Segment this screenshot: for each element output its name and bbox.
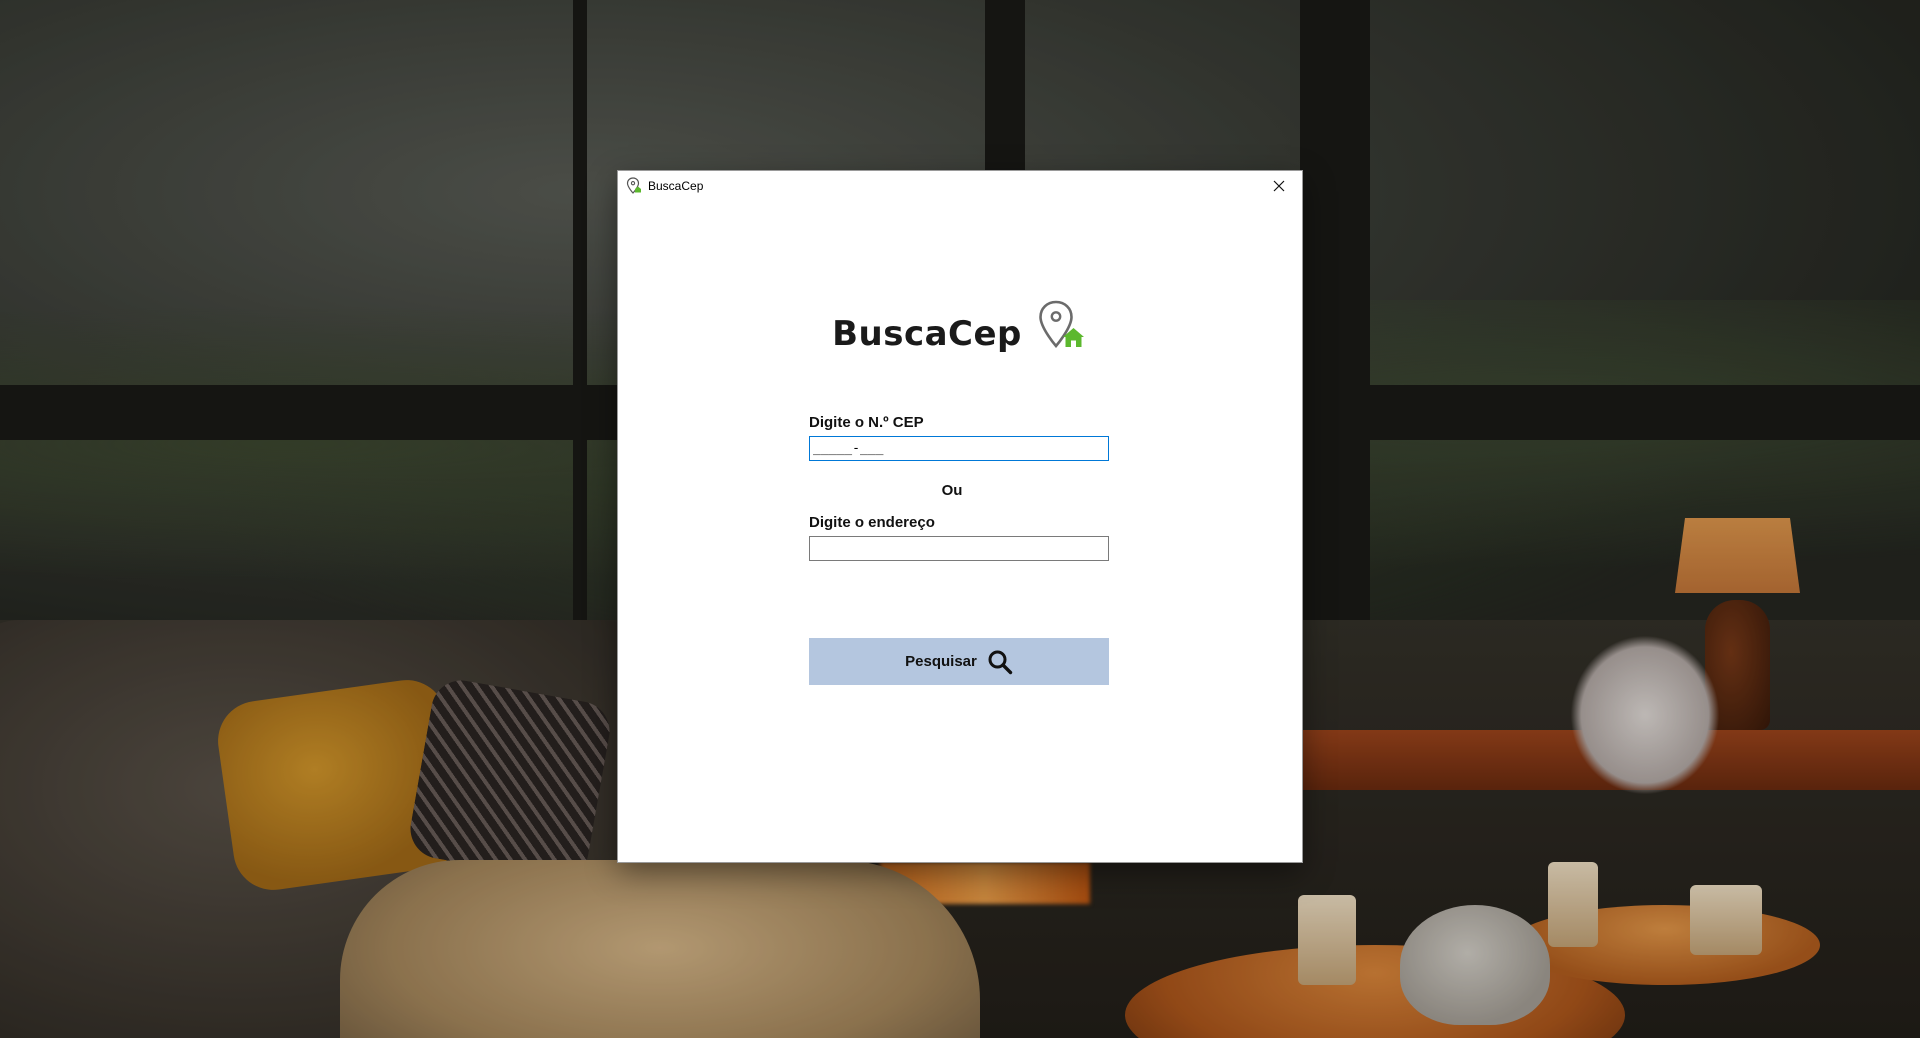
logo-text: BuscaCep: [832, 314, 1022, 354]
close-button[interactable]: [1256, 171, 1302, 201]
title-bar[interactable]: BuscaCep: [618, 171, 1302, 201]
search-button-label: Pesquisar: [905, 653, 977, 670]
address-label: Digite o endereço: [809, 514, 935, 531]
window-title: BuscaCep: [648, 179, 704, 193]
cep-input[interactable]: [809, 436, 1109, 461]
or-separator: Ou: [941, 482, 963, 499]
close-icon: [1273, 180, 1285, 192]
buscacep-window: BuscaCep BuscaCep Digite o N.º CEP Ou Di…: [618, 171, 1302, 862]
app-icon: [626, 177, 642, 195]
map-pin-home-icon: [1036, 299, 1088, 355]
address-input[interactable]: [809, 536, 1109, 561]
search-button[interactable]: Pesquisar: [809, 638, 1109, 685]
app-logo: BuscaCep: [618, 299, 1302, 355]
cep-label: Digite o N.º CEP: [809, 414, 924, 431]
search-icon: [988, 650, 1013, 674]
